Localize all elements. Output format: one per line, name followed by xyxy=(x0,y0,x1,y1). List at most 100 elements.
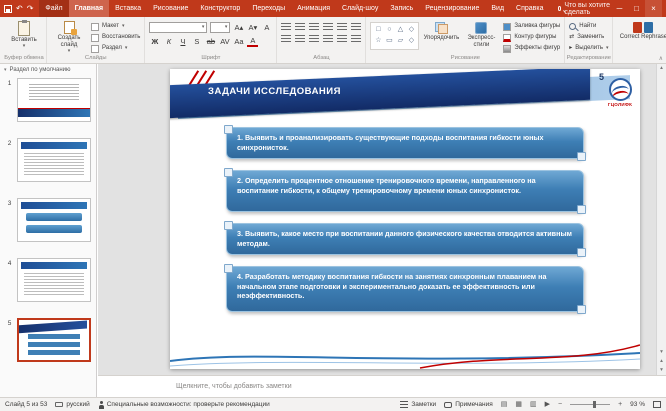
group-label-editing[interactable]: Редактирование xyxy=(565,54,612,63)
scroll-down-icon[interactable]: ▾ xyxy=(660,348,663,357)
numbering-button[interactable] xyxy=(295,23,305,31)
shape-icon[interactable]: ☆ xyxy=(373,36,383,46)
section-header[interactable]: ▾ Раздел по умолчанию xyxy=(0,64,96,76)
tab-home[interactable]: Главная xyxy=(69,0,109,17)
task-box-2[interactable]: 2. Определить процентное отношение трени… xyxy=(226,170,584,212)
close-button[interactable]: × xyxy=(645,0,662,17)
line-spacing-button[interactable] xyxy=(351,23,361,31)
quick-styles-button[interactable]: Экспресс-стили xyxy=(463,19,499,54)
text-direction-button[interactable] xyxy=(337,23,347,31)
tab-help[interactable]: Справка xyxy=(510,0,549,17)
select-button[interactable]: ▸ Выделить ▾ xyxy=(569,44,608,53)
shape-icon[interactable]: △ xyxy=(395,25,405,35)
indent-decrease-button[interactable] xyxy=(309,23,319,31)
undo-icon[interactable]: ↶ xyxy=(16,0,23,17)
align-right-button[interactable] xyxy=(309,35,319,43)
tab-view[interactable]: Вид xyxy=(485,0,510,17)
shape-icon[interactable]: ◇ xyxy=(406,36,416,46)
clear-formatting-button[interactable]: A xyxy=(261,22,272,33)
group-label-drawing[interactable]: Рисование xyxy=(366,54,564,63)
decrease-font-button[interactable]: A▾ xyxy=(247,22,258,33)
reset-button[interactable]: Восстановить xyxy=(91,33,140,42)
zoom-slider-handle[interactable] xyxy=(593,401,596,408)
shapes-gallery[interactable]: □ ○ △ ◇ ☆ ▭ ▱ ◇ xyxy=(370,22,419,50)
zoom-level[interactable]: 93 % xyxy=(630,401,645,408)
layout-button[interactable]: Макет ▾ xyxy=(91,22,140,31)
zoom-slider[interactable] xyxy=(570,404,610,405)
paste-button[interactable]: Вставить ▾ xyxy=(6,19,42,54)
increase-font-button[interactable]: A▴ xyxy=(233,22,244,33)
change-case-button[interactable]: Aa xyxy=(233,36,244,47)
slideshow-button[interactable]: ▶ xyxy=(545,398,550,411)
normal-view-button[interactable]: ▤ xyxy=(501,398,508,411)
slide-thumbnail-1[interactable]: 1 xyxy=(2,78,91,122)
current-slide[interactable]: ЗАДАЧИ ИССЛЕДОВАНИЯ 5 ГЦОЛИФК 1. Выявить… xyxy=(170,69,640,369)
group-label-paragraph[interactable]: Абзац xyxy=(277,54,365,63)
collapse-ribbon-button[interactable]: ∧ xyxy=(659,55,663,62)
indent-increase-button[interactable] xyxy=(323,23,333,31)
slide-thumbnail-2[interactable]: 2 xyxy=(2,138,91,182)
shape-icon[interactable]: ▭ xyxy=(384,36,394,46)
maximize-button[interactable]: □ xyxy=(628,0,645,17)
previous-slide-button[interactable]: ▴ xyxy=(660,357,663,366)
zoom-out-button[interactable]: − xyxy=(558,398,562,411)
accessibility-checker[interactable]: Специальные возможности: проверьте реком… xyxy=(98,401,270,409)
underline-button[interactable]: Ч xyxy=(177,36,188,47)
tab-design[interactable]: Конструктор xyxy=(194,0,246,17)
tab-review[interactable]: Рецензирование xyxy=(419,0,485,17)
character-spacing-button[interactable]: AV xyxy=(219,36,230,47)
reading-view-button[interactable]: ▥ xyxy=(530,398,537,411)
slide-counter[interactable]: Слайд 5 из 53 xyxy=(5,401,47,408)
minimize-button[interactable]: ─ xyxy=(611,0,628,17)
bold-button[interactable]: Ж xyxy=(149,36,160,47)
columns-button[interactable] xyxy=(337,35,347,43)
tab-transitions[interactable]: Переходы xyxy=(246,0,291,17)
comments-toggle-button[interactable]: Примечания xyxy=(444,401,493,408)
replace-button[interactable]: ⇄ Заменить xyxy=(569,33,608,42)
font-color-button[interactable]: A xyxy=(247,36,258,47)
notes-toggle-button[interactable]: Заметки xyxy=(400,401,436,408)
group-label-font[interactable]: Шрифт xyxy=(145,54,276,63)
shape-icon[interactable]: ▱ xyxy=(395,36,405,46)
shape-outline-button[interactable]: Контур фигуры xyxy=(503,33,560,42)
strikethrough-button[interactable]: ab xyxy=(205,36,216,47)
font-size-select[interactable]: ▾ xyxy=(210,22,230,33)
task-box-4[interactable]: 4. Разработать методику воспитания гибко… xyxy=(226,266,584,312)
shape-effects-button[interactable]: Эффекты фигур xyxy=(503,44,560,53)
italic-button[interactable]: К xyxy=(163,36,174,47)
tab-file[interactable]: Файл xyxy=(39,0,68,17)
tab-draw[interactable]: Рисование xyxy=(147,0,194,17)
slide-title[interactable]: ЗАДАЧИ ИССЛЕДОВАНИЯ xyxy=(208,86,341,97)
bullets-button[interactable] xyxy=(281,23,291,31)
section-button[interactable]: Раздел ▾ xyxy=(91,44,140,53)
vertical-scrollbar[interactable]: ▴ ▾ ▴ ▾ xyxy=(656,64,666,375)
next-slide-button[interactable]: ▾ xyxy=(660,366,663,375)
task-box-3[interactable]: 3. Выявить, какое место при воспитании д… xyxy=(226,223,584,255)
shape-icon[interactable]: ○ xyxy=(384,25,394,35)
tell-me-search[interactable]: Что вы хотите сделать xyxy=(558,2,612,16)
correct-rephrase-button[interactable]: Correct Rephrase xyxy=(617,19,666,54)
align-left-button[interactable] xyxy=(281,35,291,43)
tab-insert[interactable]: Вставка xyxy=(109,0,147,17)
tab-animations[interactable]: Анимация xyxy=(291,0,336,17)
group-label-clipboard[interactable]: Буфер обмена xyxy=(2,54,46,63)
group-label-slides[interactable]: Слайды xyxy=(47,54,144,63)
scroll-up-icon[interactable]: ▴ xyxy=(660,64,663,73)
tab-slideshow[interactable]: Слайд-шоу xyxy=(336,0,384,17)
zoom-in-button[interactable]: + xyxy=(618,398,622,411)
redo-icon[interactable]: ↷ xyxy=(27,0,34,17)
slide-thumbnail-4[interactable]: 4 xyxy=(2,258,91,302)
shape-icon[interactable]: □ xyxy=(373,25,383,35)
new-slide-button[interactable]: Создать слайд ▾ xyxy=(51,19,87,54)
fit-slide-to-window-button[interactable] xyxy=(653,401,661,408)
tab-record[interactable]: Запись xyxy=(384,0,419,17)
shape-icon[interactable]: ◇ xyxy=(406,25,416,35)
slide-sorter-view-button[interactable]: ▦ xyxy=(515,398,522,411)
text-shadow-button[interactable]: S xyxy=(191,36,202,47)
align-text-button[interactable] xyxy=(351,35,361,43)
notes-pane[interactable]: Щелкните, чтобы добавить заметки xyxy=(98,375,666,397)
arrange-button[interactable]: Упорядочить xyxy=(423,19,459,54)
save-icon[interactable] xyxy=(4,5,12,13)
slide-thumbnail-5[interactable]: 5 xyxy=(2,318,91,362)
notes-placeholder[interactable]: Щелкните, чтобы добавить заметки xyxy=(176,383,292,390)
